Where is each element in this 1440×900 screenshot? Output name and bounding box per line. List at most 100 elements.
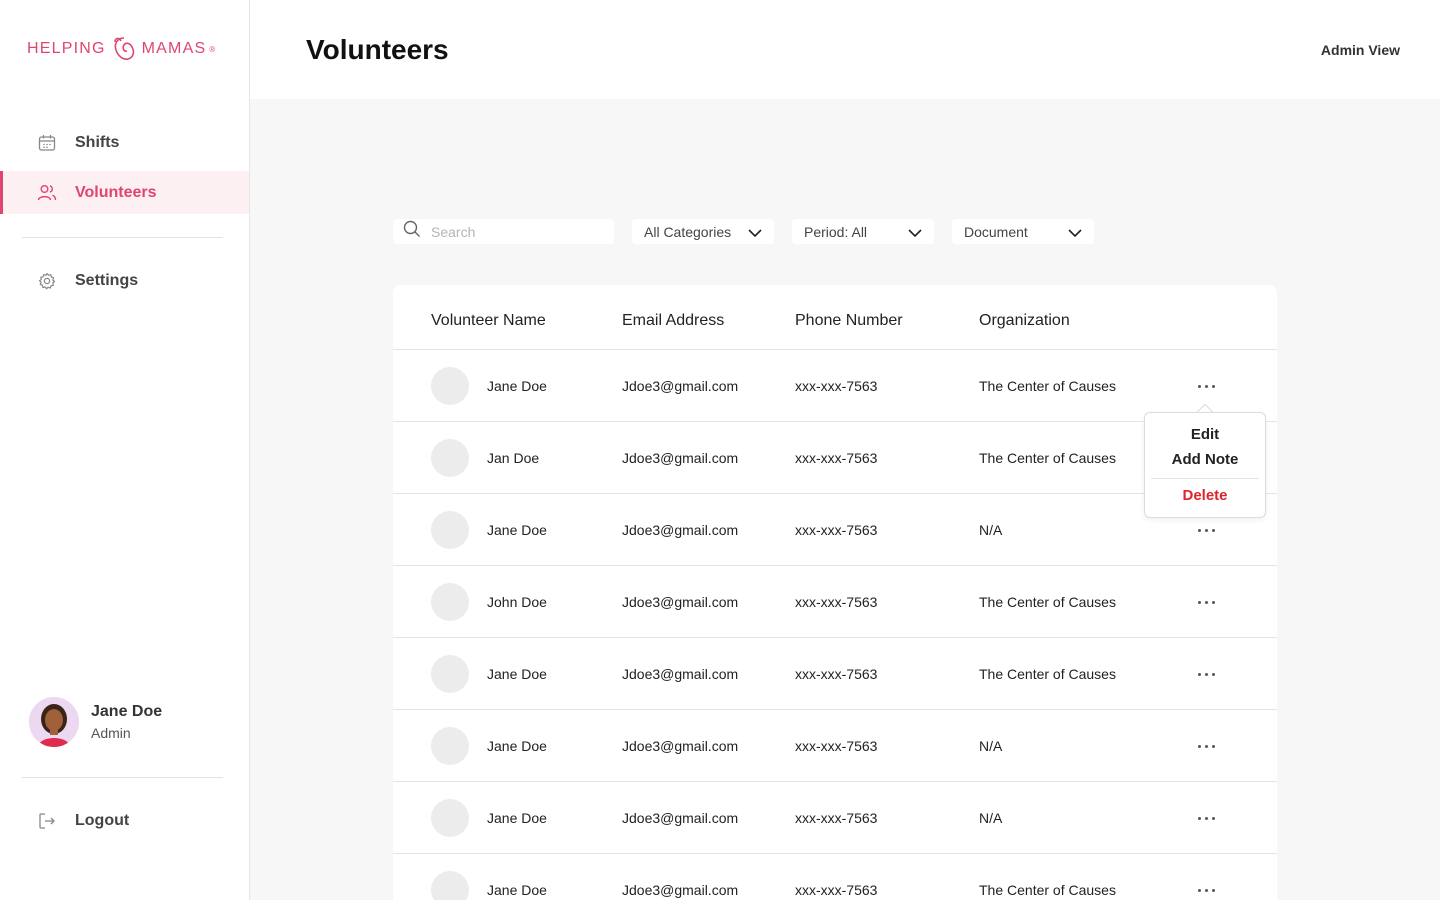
- sidebar-item-volunteers[interactable]: Volunteers: [0, 171, 249, 214]
- volunteer-organization: N/A: [979, 522, 1003, 538]
- column-header-email[interactable]: Email Address: [622, 312, 724, 330]
- volunteer-phone: xxx-xxx-7563: [795, 594, 878, 610]
- gear-icon: [37, 271, 57, 291]
- menu-divider: [1151, 478, 1259, 479]
- volunteer-organization: The Center of Causes: [979, 378, 1116, 394]
- volunteer-email: Jdoe3@gmail.com: [622, 594, 739, 610]
- period-dropdown[interactable]: Period: All: [792, 219, 934, 244]
- column-header-name[interactable]: Volunteer Name: [431, 312, 546, 330]
- volunteer-phone: xxx-xxx-7563: [795, 450, 878, 466]
- sidebar-divider: [22, 237, 223, 238]
- volunteer-name: John Doe: [487, 594, 547, 610]
- volunteer-organization: The Center of Causes: [979, 594, 1116, 610]
- volunteers-table: Volunteer Name Email Address Phone Numbe…: [393, 285, 1277, 900]
- user-name: Jane Doe: [91, 703, 163, 720]
- more-actions-icon[interactable]: [1193, 664, 1219, 684]
- search-icon: [403, 220, 421, 243]
- search-input[interactable]: [431, 223, 601, 240]
- avatar: [431, 367, 469, 405]
- user-role: Admin: [91, 725, 131, 741]
- volunteer-email: Jdoe3@gmail.com: [622, 522, 739, 538]
- chevron-down-icon: [748, 224, 762, 240]
- more-actions-icon[interactable]: [1193, 592, 1219, 612]
- volunteer-organization: The Center of Causes: [979, 450, 1116, 466]
- volunteer-name: Jane Doe: [487, 810, 547, 826]
- add-note-menu-item[interactable]: Add Note: [1145, 451, 1265, 468]
- volunteer-name: Jane Doe: [487, 882, 547, 898]
- column-header-phone[interactable]: Phone Number: [795, 312, 903, 330]
- delete-menu-item[interactable]: Delete: [1145, 487, 1265, 504]
- users-icon: [37, 183, 57, 203]
- sidebar-item-label: Volunteers: [75, 183, 157, 201]
- brand-logo[interactable]: HELPING MAMAS ®: [27, 34, 216, 64]
- sidebar-item-label: Settings: [75, 271, 139, 289]
- avatar: [431, 871, 469, 900]
- table-row[interactable]: John Doe Jdoe3@gmail.com xxx-xxx-7563 The C…: [393, 566, 1277, 638]
- avatar: [29, 697, 79, 747]
- logout-icon: [37, 811, 57, 831]
- sidebar: HELPING MAMAS ® Shifts Volunteers Setting…: [0, 0, 250, 900]
- volunteer-name: Jane Doe: [487, 738, 547, 754]
- search-box[interactable]: [393, 219, 614, 244]
- more-actions-icon[interactable]: [1193, 736, 1219, 756]
- table-row[interactable]: Jane Doe Jdoe3@gmail.com xxx-xxx-7563 The C…: [393, 350, 1277, 422]
- edit-menu-item[interactable]: Edit: [1145, 426, 1265, 443]
- document-dropdown[interactable]: Document: [952, 219, 1094, 244]
- sidebar-divider: [22, 777, 223, 778]
- more-actions-icon[interactable]: [1193, 376, 1219, 396]
- volunteer-organization: N/A: [979, 738, 1003, 754]
- table-row[interactable]: Jane Doe Jdoe3@gmail.com xxx-xxx-7563 N/A: [393, 782, 1277, 854]
- period-value: Period: All: [804, 223, 868, 240]
- sidebar-item-label: Shifts: [75, 133, 120, 151]
- volunteer-phone: xxx-xxx-7563: [795, 882, 878, 898]
- brand-name-left: HELPING: [27, 40, 106, 57]
- logout-label: Logout: [75, 811, 130, 829]
- volunteer-organization: The Center of Causes: [979, 882, 1116, 898]
- avatar: [431, 727, 469, 765]
- volunteer-name: Jane Doe: [487, 378, 547, 394]
- avatar: [431, 799, 469, 837]
- chevron-down-icon: [1068, 224, 1082, 240]
- volunteer-name: Jane Doe: [487, 522, 547, 538]
- more-actions-icon[interactable]: [1193, 808, 1219, 828]
- row-context-menu: Edit Add Note Delete: [1144, 412, 1266, 518]
- category-dropdown[interactable]: All Categories: [632, 219, 774, 244]
- trademark: ®: [209, 44, 217, 54]
- avatar: [431, 655, 469, 693]
- volunteer-organization: The Center of Causes: [979, 666, 1116, 682]
- volunteer-name: Jan Doe: [487, 450, 540, 466]
- volunteer-phone: xxx-xxx-7563: [795, 522, 878, 538]
- more-actions-icon[interactable]: [1193, 880, 1219, 900]
- table-row[interactable]: Jane Doe Jdoe3@gmail.com xxx-xxx-7563 The C…: [393, 638, 1277, 710]
- sidebar-item-settings[interactable]: Settings: [0, 259, 249, 302]
- brand-name-right: MAMAS: [141, 40, 207, 57]
- category-value: All Categories: [644, 223, 732, 240]
- chevron-down-icon: [908, 224, 922, 240]
- avatar: [431, 439, 469, 477]
- volunteer-email: Jdoe3@gmail.com: [622, 738, 739, 754]
- volunteer-phone: xxx-xxx-7563: [795, 378, 878, 394]
- volunteer-email: Jdoe3@gmail.com: [622, 882, 739, 898]
- calendar-icon: [37, 133, 57, 153]
- document-value: Document: [964, 223, 1028, 240]
- page-title: Volunteers: [306, 34, 449, 65]
- user-profile[interactable]: Jane Doe Admin: [29, 697, 162, 747]
- volunteer-email: Jdoe3@gmail.com: [622, 378, 739, 394]
- volunteer-name: Jane Doe: [487, 666, 547, 682]
- volunteer-organization: N/A: [979, 810, 1003, 826]
- volunteer-phone: xxx-xxx-7563: [795, 810, 878, 826]
- volunteer-email: Jdoe3@gmail.com: [622, 450, 739, 466]
- mama-logo-icon: [113, 37, 134, 60]
- table-row[interactable]: Jane Doe Jdoe3@gmail.com xxx-xxx-7563 The C…: [393, 854, 1277, 900]
- more-actions-icon[interactable]: [1193, 520, 1219, 540]
- sidebar-item-shifts[interactable]: Shifts: [0, 121, 249, 164]
- column-header-organization[interactable]: Organization: [979, 312, 1070, 330]
- volunteer-phone: xxx-xxx-7563: [795, 738, 878, 754]
- avatar: [431, 583, 469, 621]
- admin-view-link[interactable]: Admin View: [1321, 42, 1400, 58]
- page-header: Volunteers Admin View: [250, 0, 1440, 99]
- table-row[interactable]: Jane Doe Jdoe3@gmail.com xxx-xxx-7563 N/A: [393, 710, 1277, 782]
- logout-button[interactable]: Logout: [0, 799, 249, 842]
- volunteer-email: Jdoe3@gmail.com: [622, 666, 739, 682]
- volunteer-phone: xxx-xxx-7563: [795, 666, 878, 682]
